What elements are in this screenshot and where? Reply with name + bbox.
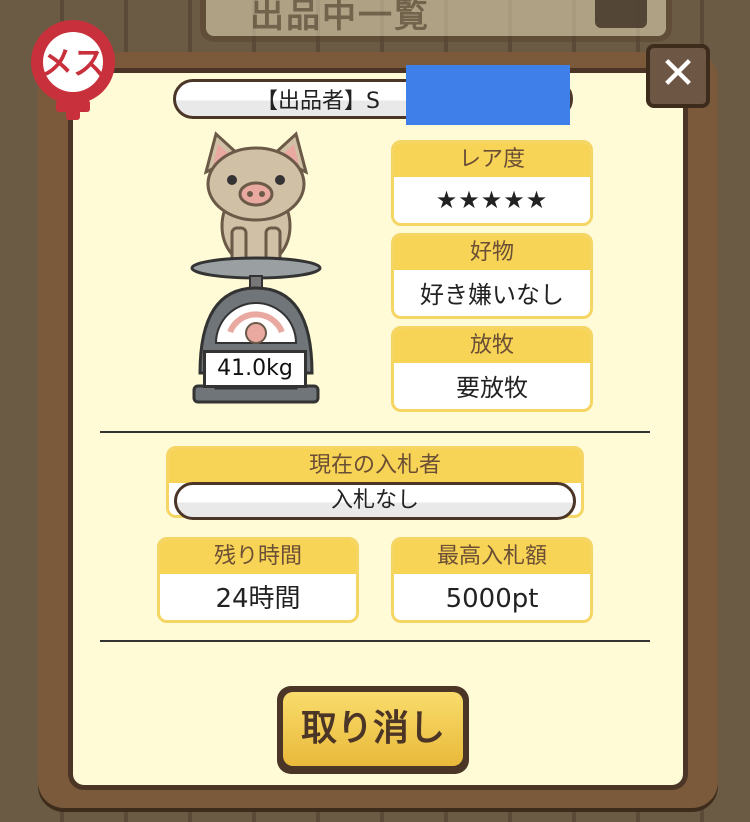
- time-left-card: 残り時間 24時間: [157, 537, 359, 623]
- current-bidder-value: 入札なし: [174, 482, 576, 520]
- redaction-box: [406, 65, 570, 125]
- highest-bid-label: 最高入札額: [394, 540, 590, 574]
- cancel-listing-label: 取り消し: [283, 692, 463, 766]
- female-badge-icon: メス: [31, 20, 115, 120]
- divider-top: [100, 431, 650, 433]
- favorite-food-label: 好物: [394, 236, 590, 270]
- current-bidder-label: 現在の入札者: [169, 449, 581, 483]
- gender-badge-text: メス: [41, 44, 105, 82]
- cancel-listing-button[interactable]: 取り消し: [277, 686, 469, 774]
- grazing-label: 放牧: [394, 329, 590, 363]
- favorite-food-value: 好き嫌いなし: [420, 281, 564, 309]
- weight-readout: 41.0kg: [203, 350, 307, 388]
- dialog-panel: [68, 68, 688, 790]
- rarity-label: レア度: [394, 143, 590, 177]
- highest-bid-value: 5000pt: [445, 584, 539, 614]
- rarity-stars: ★★★★★: [435, 186, 549, 214]
- background-close-button: [595, 0, 647, 28]
- time-left-label: 残り時間: [160, 540, 356, 574]
- background-title: 出品中一覧: [250, 0, 430, 36]
- highest-bid-card: 最高入札額 5000pt: [391, 537, 593, 623]
- time-left-value: 24時間: [215, 584, 301, 614]
- rarity-card: レア度 ★★★★★: [391, 140, 593, 226]
- favorite-food-card: 好物 好き嫌いなし: [391, 233, 593, 319]
- grazing-card: 放牧 要放牧: [391, 326, 593, 412]
- close-button[interactable]: ✕: [646, 44, 710, 108]
- divider-bottom: [100, 640, 650, 642]
- grazing-value: 要放牧: [456, 374, 528, 402]
